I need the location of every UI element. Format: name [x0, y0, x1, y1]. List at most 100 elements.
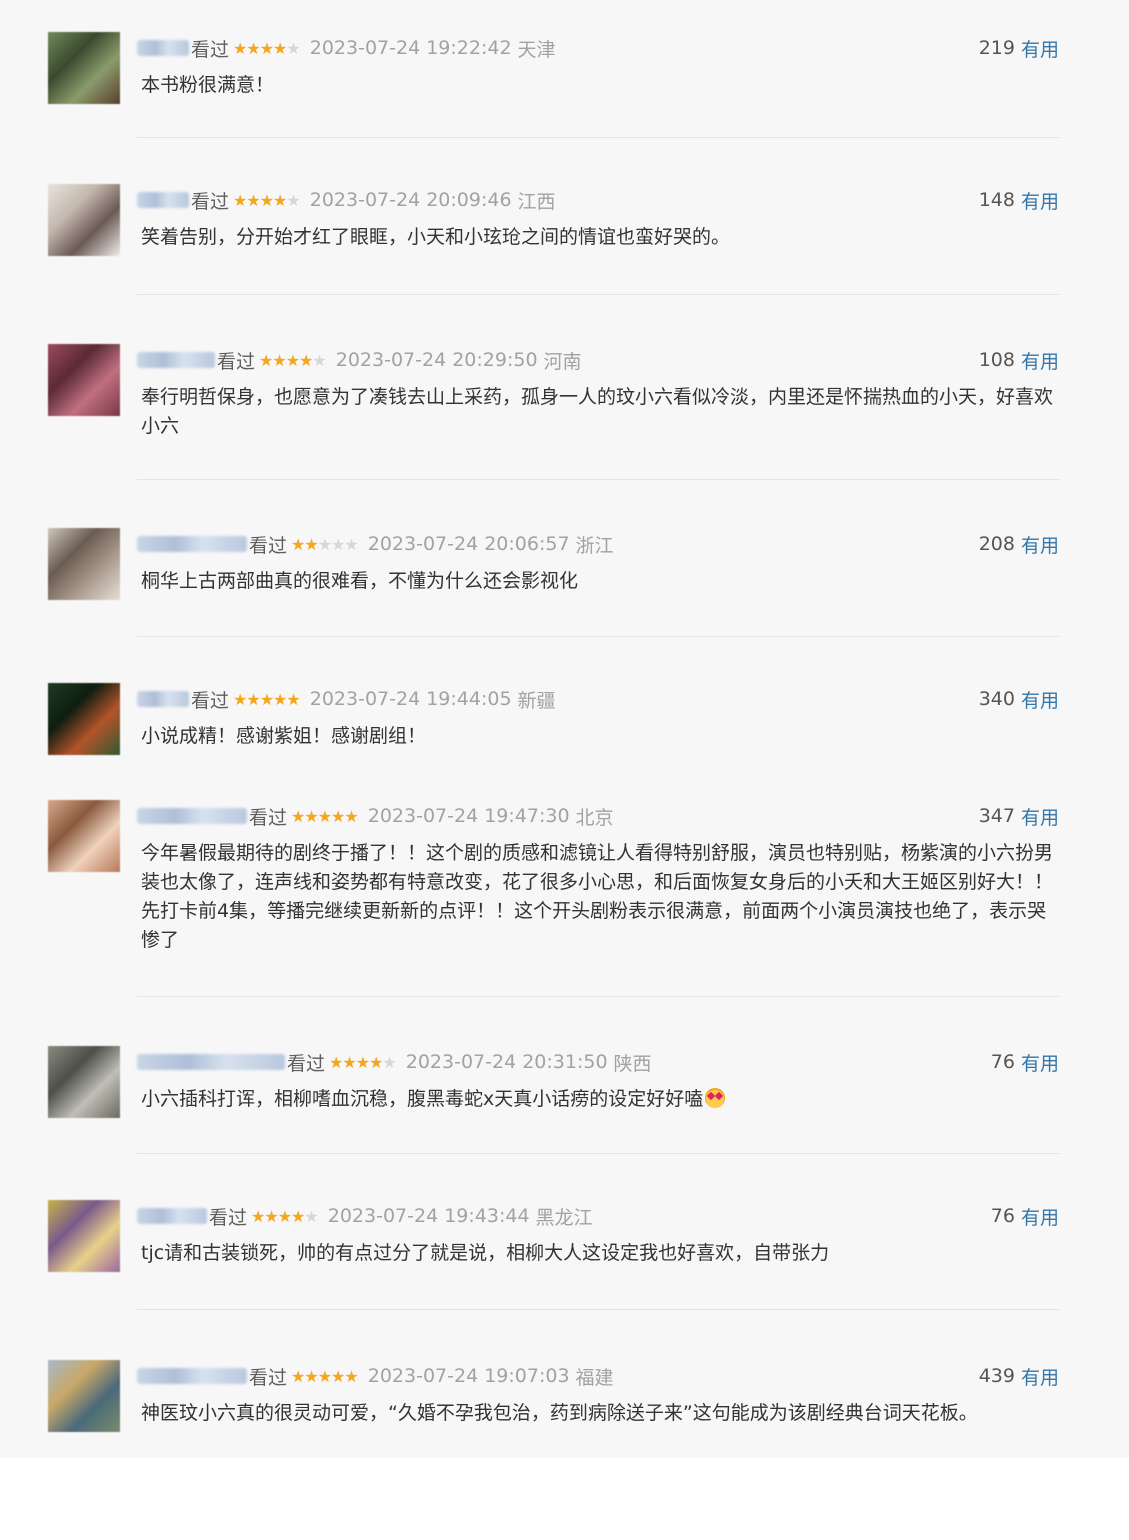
useful-button[interactable]: 有用: [1021, 35, 1059, 62]
vote-count: 340: [978, 688, 1015, 710]
avatar[interactable]: [48, 32, 120, 104]
useful-button[interactable]: 有用: [1021, 686, 1059, 713]
rating-stars: ★ ★ ★ ★ ★: [251, 1206, 319, 1226]
comment-body: 小六插科打诨，相柳嗜血沉稳，腹黑毒蛇x天真小话痨的设定好好嗑: [141, 1088, 704, 1110]
rating-stars: ★ ★ ★ ★ ★: [259, 350, 327, 370]
review-location: 陕西: [613, 1052, 652, 1075]
username-link[interactable]: [137, 808, 247, 824]
review-time: 2023-07-24 19:43:44: [327, 1205, 530, 1227]
divider: [137, 479, 1059, 480]
review-meta: 看过 ★ ★ ★ ★ ★ 2023-07-24 20:09:46 江西: [137, 185, 556, 215]
star-filled-icon: ★: [304, 1366, 318, 1386]
username-link[interactable]: [137, 691, 189, 707]
star-filled-icon: ★: [259, 350, 273, 370]
review-time: 2023-07-24 19:44:05: [309, 688, 512, 710]
avatar[interactable]: [48, 528, 120, 600]
review-location: 江西: [517, 190, 556, 213]
vote-area: 76 有用: [991, 1201, 1059, 1231]
comment-body: tjc请和古装锁死，帅的有点过分了就是说，相柳大人这设定我也好喜欢，自带张力: [141, 1242, 830, 1264]
star-filled-icon: ★: [299, 350, 313, 370]
useful-button[interactable]: 有用: [1021, 1049, 1059, 1076]
avatar[interactable]: [48, 800, 120, 872]
watched-label: 看过: [287, 1052, 326, 1075]
star-filled-icon: ★: [286, 689, 300, 709]
avatar[interactable]: [48, 683, 120, 755]
rating-stars: ★ ★ ★ ★ ★: [233, 190, 301, 210]
review-meta: 看过 ★ ★ ★ ★ ★ 2023-07-24 20:31:50 陕西: [137, 1047, 652, 1077]
watched-label: 看过: [191, 190, 230, 213]
star-filled-icon: ★: [259, 689, 274, 709]
star-filled-icon: ★: [272, 350, 286, 370]
comment-body: 本书粉很满意！: [141, 74, 275, 96]
vote-count: 76: [990, 1205, 1015, 1227]
star-filled-icon: ★: [291, 534, 305, 554]
watched-label: 看过: [191, 689, 230, 712]
review-meta: 看过 ★ ★ ★ ★ ★ 2023-07-24 19:07:03 福建: [137, 1361, 614, 1391]
review-time: 2023-07-24 20:09:46: [309, 189, 512, 211]
star-filled-icon: ★: [317, 806, 332, 826]
vote-count: 148: [978, 189, 1015, 211]
comment-text: 奉行明哲保身，也愿意为了凑钱去山上采药，孤身一人的玟小六看似冷淡，内里还是怀揣热…: [141, 383, 1059, 441]
useful-button[interactable]: 有用: [1021, 531, 1059, 558]
comment-text: 小说成精！感谢紫姐！感谢剧组！: [141, 722, 1059, 751]
review-time: 2023-07-24 19:47:30: [367, 805, 570, 827]
star-filled-icon: ★: [246, 190, 260, 210]
star-filled-icon: ★: [355, 1052, 370, 1072]
watched-label: 看过: [217, 350, 256, 373]
avatar[interactable]: [48, 1200, 120, 1272]
username-link[interactable]: [137, 536, 247, 552]
comment-text: 神医玟小六真的很灵动可爱，“久婚不孕我包治，药到病除送子来”这句能成为该剧经典台…: [141, 1399, 1059, 1428]
divider: [137, 636, 1059, 637]
username-link[interactable]: [137, 40, 189, 56]
vote-count: 208: [978, 533, 1015, 555]
useful-button[interactable]: 有用: [1021, 347, 1059, 374]
review-time: 2023-07-24 20:29:50: [335, 349, 538, 371]
comment-text: 笑着告别，分开始才红了眼眶，小天和小玹玱之间的情谊也蛮好哭的。: [141, 223, 1059, 252]
star-empty-icon: ★: [286, 38, 300, 58]
review-location: 福建: [575, 1366, 614, 1389]
rating-stars: ★ ★ ★ ★ ★: [233, 689, 301, 709]
review-time: 2023-07-24 19:07:03: [367, 1365, 570, 1387]
star-empty-icon: ★: [286, 190, 300, 210]
username-link[interactable]: [137, 1054, 285, 1070]
comment-list: 看过 ★ ★ ★ ★ ★ 2023-07-24 19:22:42 天津 219 有用 本书粉很满意！…: [0, 0, 1129, 1458]
username-link[interactable]: [137, 352, 215, 368]
vote-count: 108: [978, 349, 1015, 371]
rating-stars: ★ ★ ★ ★ ★: [329, 1052, 397, 1072]
useful-button[interactable]: 有用: [1021, 1203, 1059, 1230]
review-time: 2023-07-24 19:22:42: [309, 37, 512, 59]
star-filled-icon: ★: [369, 1052, 383, 1072]
vote-area: 340 有用: [979, 684, 1059, 714]
rating-stars: ★ ★ ★ ★ ★: [291, 534, 359, 554]
avatar[interactable]: [48, 184, 120, 256]
star-empty-icon: ★: [304, 1206, 318, 1226]
vote-count: 347: [978, 805, 1015, 827]
watched-label: 看过: [209, 1206, 248, 1229]
star-filled-icon: ★: [291, 806, 305, 826]
vote-count: 439: [978, 1365, 1015, 1387]
star-filled-icon: ★: [273, 38, 287, 58]
username-link[interactable]: [137, 1208, 207, 1224]
star-filled-icon: ★: [304, 806, 318, 826]
star-filled-icon: ★: [277, 1206, 292, 1226]
star-empty-icon: ★: [344, 534, 358, 554]
star-filled-icon: ★: [285, 350, 300, 370]
star-filled-icon: ★: [342, 1052, 356, 1072]
useful-button[interactable]: 有用: [1021, 1363, 1059, 1390]
vote-count: 219: [978, 37, 1015, 59]
useful-button[interactable]: 有用: [1021, 187, 1059, 214]
vote-area: 208 有用: [979, 529, 1059, 559]
comment-text: tjc请和古装锁死，帅的有点过分了就是说，相柳大人这设定我也好喜欢，自带张力: [141, 1239, 1059, 1268]
username-link[interactable]: [137, 192, 189, 208]
username-link[interactable]: [137, 1368, 247, 1384]
watched-label: 看过: [249, 1366, 288, 1389]
comment-text: 小六插科打诨，相柳嗜血沉稳，腹黑毒蛇x天真小话痨的设定好好嗑: [141, 1085, 1059, 1114]
avatar[interactable]: [48, 1360, 120, 1432]
star-filled-icon: ★: [291, 1366, 305, 1386]
comment-body: 神医玟小六真的很灵动可爱，“久婚不孕我包治，药到病除送子来”这句能成为该剧经典台…: [141, 1402, 978, 1424]
avatar[interactable]: [48, 344, 120, 416]
useful-button[interactable]: 有用: [1021, 803, 1059, 830]
star-empty-icon: ★: [312, 350, 326, 370]
avatar[interactable]: [48, 1046, 120, 1118]
vote-area: 439 有用: [979, 1361, 1059, 1391]
